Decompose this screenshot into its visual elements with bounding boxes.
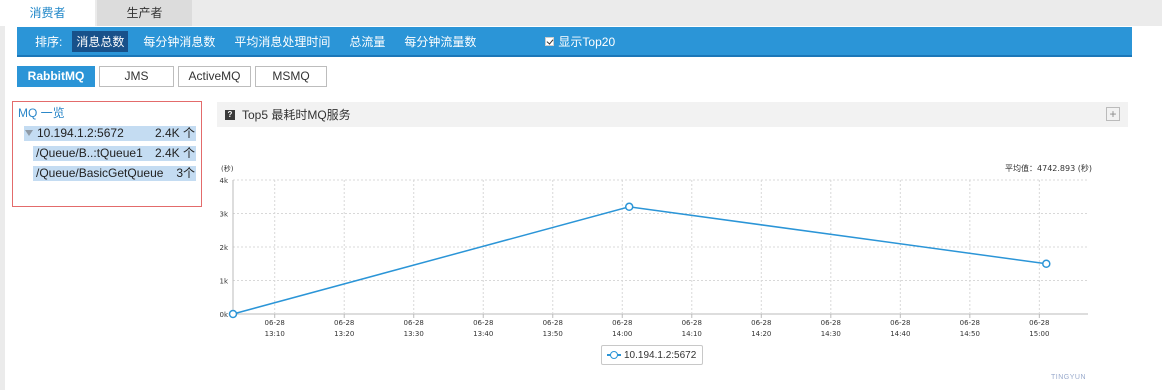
sort-option-messages-per-minute[interactable]: 每分钟消息数 (139, 31, 219, 52)
sort-bar: 排序: 消息总数 每分钟消息数 平均消息处理时间 总流量 每分钟流量数 显示To… (17, 27, 1132, 57)
legend-label: 10.194.1.2:5672 (624, 349, 697, 361)
help-icon[interactable]: ? (225, 109, 235, 120)
tree-node-queue-1-count: 2.4K 个 (154, 146, 195, 160)
watermark-logo: TINGYUN (1051, 374, 1086, 381)
tree-node-root[interactable]: 10.194.1.2:5672 2.4K 个 (24, 126, 196, 141)
tree-node-root-count: 2.4K 个 (154, 126, 195, 140)
tree-node-queue-2[interactable]: /Queue/BasicGetQueue 3个 (33, 166, 196, 181)
show-top20-checkbox[interactable]: 显示Top20 (545, 33, 615, 50)
tree-node-queue-1[interactable]: /Queue/B..:tQueue1 2.4K 个 (33, 146, 196, 161)
tab-msmq[interactable]: MSMQ (255, 66, 327, 87)
tab-jms[interactable]: JMS (99, 66, 174, 87)
expand-icon[interactable]: + (1106, 107, 1120, 121)
collapse-arrow-icon[interactable] (25, 130, 33, 136)
sort-option-avg-processing-time[interactable]: 平均消息处理时间 (230, 31, 334, 52)
chart-legend[interactable]: 10.194.1.2:5672 (601, 345, 703, 365)
tree-node-root-label: 10.194.1.2:5672 (37, 126, 124, 140)
chart-title: Top5 最耗时MQ服务 (242, 108, 351, 122)
legend-marker-icon (607, 351, 621, 359)
tab-activemq[interactable]: ActiveMQ (178, 66, 251, 87)
mq-tree-panel: MQ 一览 10.194.1.2:5672 2.4K 个 /Queue/B..:… (12, 101, 202, 207)
sort-option-total-messages[interactable]: 消息总数 (72, 30, 129, 52)
checkbox-checked-icon[interactable] (545, 36, 555, 46)
mq-tree-title: MQ 一览 (18, 106, 65, 120)
show-top20-label: 显示Top20 (558, 34, 616, 49)
sort-option-total-traffic[interactable]: 总流量 (345, 31, 389, 52)
chart-header: ? Top5 最耗时MQ服务 + (217, 102, 1128, 127)
mq-type-tabs: RabbitMQ JMS ActiveMQ MSMQ (17, 66, 331, 87)
tree-node-queue-2-label: /Queue/BasicGetQueue (36, 166, 164, 180)
tree-node-queue-1-label: /Queue/B..:tQueue1 (36, 146, 143, 160)
sort-label: 排序: (35, 34, 63, 49)
sort-option-traffic-per-minute[interactable]: 每分钟流量数 (400, 31, 480, 52)
top-tabs: 消费者 生产者 (0, 0, 194, 26)
tab-consumer[interactable]: 消费者 (0, 0, 95, 26)
tree-node-queue-2-count: 3个 (176, 166, 195, 180)
tab-rabbitmq[interactable]: RabbitMQ (17, 66, 95, 87)
tab-producer[interactable]: 生产者 (97, 0, 192, 26)
